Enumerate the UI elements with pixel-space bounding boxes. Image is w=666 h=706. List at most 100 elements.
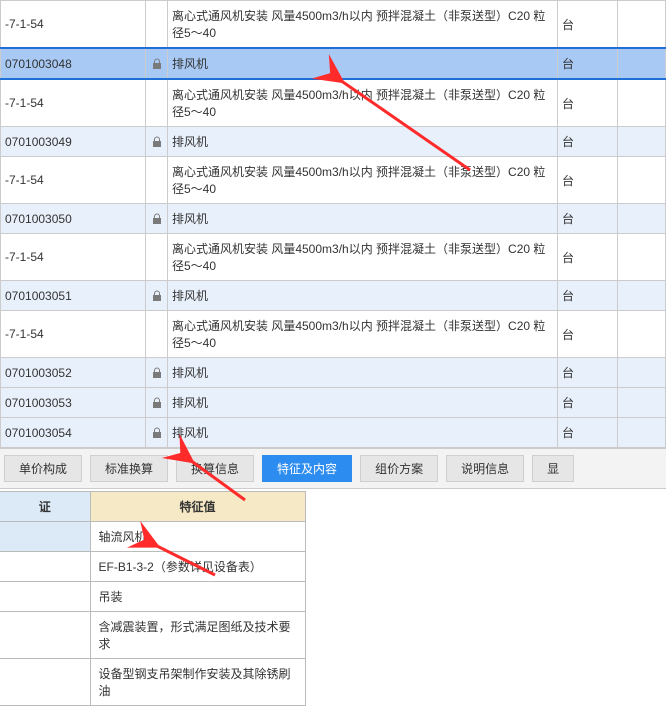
detail-cell-left[interactable] [0, 612, 90, 659]
cell-unit[interactable]: 台 [558, 311, 618, 358]
detail-row[interactable]: 设备型钢支吊架制作安装及其除锈刷油 [0, 659, 305, 706]
lock-icon [151, 397, 163, 409]
cell-code[interactable]: -7-1-54 [1, 79, 146, 127]
detail-cell-left[interactable] [0, 659, 90, 706]
cell-description[interactable]: 离心式通风机安装 风量4500m3/h以内 预拌混凝土（非泵送型）C20 粒径5… [168, 1, 558, 49]
table-row[interactable]: -7-1-54 离心式通风机安装 风量4500m3/h以内 预拌混凝土（非泵送型）… [1, 79, 666, 127]
table-row[interactable]: 0701003050 排风机台 [1, 204, 666, 234]
tab-3[interactable]: 特征及内容 [262, 455, 352, 482]
cell-code[interactable]: 0701003051 [1, 281, 146, 311]
cell-code[interactable]: -7-1-54 [1, 1, 146, 49]
cell-lock [146, 418, 168, 448]
cell-code[interactable]: 0701003052 [1, 358, 146, 388]
detail-header-value: 特征值 [90, 492, 305, 522]
table-row[interactable]: -7-1-54 离心式通风机安装 风量4500m3/h以内 预拌混凝土（非泵送型）… [1, 311, 666, 358]
cell-lock [146, 127, 168, 157]
cell-code[interactable]: 0701003054 [1, 418, 146, 448]
table-row[interactable]: 0701003052 排风机台 [1, 358, 666, 388]
cell-description[interactable]: 排风机 [168, 48, 558, 79]
detail-row[interactable]: 吊装 [0, 582, 305, 612]
cell-unit[interactable]: 台 [558, 234, 618, 281]
cell-code[interactable]: 0701003049 [1, 127, 146, 157]
cell-lock [146, 48, 168, 79]
detail-cell-value[interactable]: 吊装 [90, 582, 305, 612]
cell-unit[interactable]: 台 [558, 127, 618, 157]
lock-icon [151, 290, 163, 302]
cell-code[interactable]: 0701003053 [1, 388, 146, 418]
detail-cell-left[interactable] [0, 552, 90, 582]
cell-unit[interactable]: 台 [558, 1, 618, 49]
table-row[interactable]: -7-1-54 离心式通风机安装 风量4500m3/h以内 预拌混凝土（非泵送型）… [1, 157, 666, 204]
detail-cell-left[interactable] [0, 522, 90, 552]
detail-cell-value[interactable]: 轴流风机 [90, 522, 305, 552]
cell-lock [146, 388, 168, 418]
lock-icon [151, 213, 163, 225]
cell-description[interactable]: 排风机 [168, 127, 558, 157]
lock-icon [151, 136, 163, 148]
table-row[interactable]: -7-1-54 离心式通风机安装 风量4500m3/h以内 预拌混凝土（非泵送型）… [1, 234, 666, 281]
cell-lock [146, 358, 168, 388]
cell-description[interactable]: 排风机 [168, 358, 558, 388]
table-row[interactable]: 0701003051 排风机台 [1, 281, 666, 311]
tab-2[interactable]: 换算信息 [176, 455, 254, 482]
cell-code[interactable]: -7-1-54 [1, 234, 146, 281]
table-row[interactable]: 0701003049 排风机台 [1, 127, 666, 157]
cell-code[interactable]: -7-1-54 [1, 157, 146, 204]
tab-4[interactable]: 组价方案 [360, 455, 438, 482]
cell-extra [618, 358, 666, 388]
cell-unit[interactable]: 台 [558, 157, 618, 204]
detail-cell-value[interactable]: 含减震装置，形式满足图纸及技术要求 [90, 612, 305, 659]
cell-unit[interactable]: 台 [558, 48, 618, 79]
cell-extra [618, 311, 666, 358]
cell-extra [618, 157, 666, 204]
cell-description[interactable]: 离心式通风机安装 风量4500m3/h以内 预拌混凝土（非泵送型）C20 粒径5… [168, 234, 558, 281]
lock-icon [151, 367, 163, 379]
cell-unit[interactable]: 台 [558, 418, 618, 448]
feature-value-table[interactable]: 证 特征值 轴流风机EF-B1-3-2（参数详见设备表）吊装含减震装置，形式满足… [0, 491, 306, 706]
cell-lock [146, 1, 168, 49]
detail-row[interactable]: EF-B1-3-2（参数详见设备表） [0, 552, 305, 582]
cell-extra [618, 127, 666, 157]
cell-description[interactable]: 离心式通风机安装 风量4500m3/h以内 预拌混凝土（非泵送型）C20 粒径5… [168, 311, 558, 358]
cell-extra [618, 204, 666, 234]
tab-6[interactable]: 显 [532, 455, 574, 482]
tab-1[interactable]: 标准换算 [90, 455, 168, 482]
cell-description[interactable]: 排风机 [168, 281, 558, 311]
table-row[interactable]: 0701003054 排风机台 [1, 418, 666, 448]
table-row[interactable]: 0701003048 排风机台 [1, 48, 666, 79]
tab-0[interactable]: 单价构成 [4, 455, 82, 482]
tab-5[interactable]: 说明信息 [446, 455, 524, 482]
cell-lock [146, 281, 168, 311]
cell-code[interactable]: -7-1-54 [1, 311, 146, 358]
cell-extra [618, 418, 666, 448]
table-row[interactable]: 0701003053 排风机台 [1, 388, 666, 418]
cell-description[interactable]: 离心式通风机安装 风量4500m3/h以内 预拌混凝土（非泵送型）C20 粒径5… [168, 79, 558, 127]
detail-tabbar: 单价构成标准换算换算信息特征及内容组价方案说明信息显 [0, 448, 666, 489]
cell-extra [618, 79, 666, 127]
cell-extra [618, 388, 666, 418]
cell-extra [618, 1, 666, 49]
cell-description[interactable]: 离心式通风机安装 风量4500m3/h以内 预拌混凝土（非泵送型）C20 粒径5… [168, 157, 558, 204]
detail-cell-value[interactable]: 设备型钢支吊架制作安装及其除锈刷油 [90, 659, 305, 706]
detail-row[interactable]: 含减震装置，形式满足图纸及技术要求 [0, 612, 305, 659]
table-row[interactable]: -7-1-54 离心式通风机安装 风量4500m3/h以内 预拌混凝土（非泵送型）… [1, 1, 666, 49]
cell-lock [146, 234, 168, 281]
cell-unit[interactable]: 台 [558, 79, 618, 127]
data-grid[interactable]: -7-1-54 离心式通风机安装 风量4500m3/h以内 预拌混凝土（非泵送型）… [0, 0, 666, 448]
cell-unit[interactable]: 台 [558, 204, 618, 234]
detail-cell-left[interactable] [0, 582, 90, 612]
detail-cell-value[interactable]: EF-B1-3-2（参数详见设备表） [90, 552, 305, 582]
cell-extra [618, 281, 666, 311]
detail-row[interactable]: 轴流风机 [0, 522, 305, 552]
cell-code[interactable]: 0701003050 [1, 204, 146, 234]
cell-description[interactable]: 排风机 [168, 418, 558, 448]
lock-icon [151, 427, 163, 439]
cell-code[interactable]: 0701003048 [1, 48, 146, 79]
cell-unit[interactable]: 台 [558, 388, 618, 418]
detail-header-left: 证 [0, 492, 90, 522]
cell-unit[interactable]: 台 [558, 281, 618, 311]
cell-description[interactable]: 排风机 [168, 204, 558, 234]
cell-description[interactable]: 排风机 [168, 388, 558, 418]
cell-unit[interactable]: 台 [558, 358, 618, 388]
cell-lock [146, 311, 168, 358]
